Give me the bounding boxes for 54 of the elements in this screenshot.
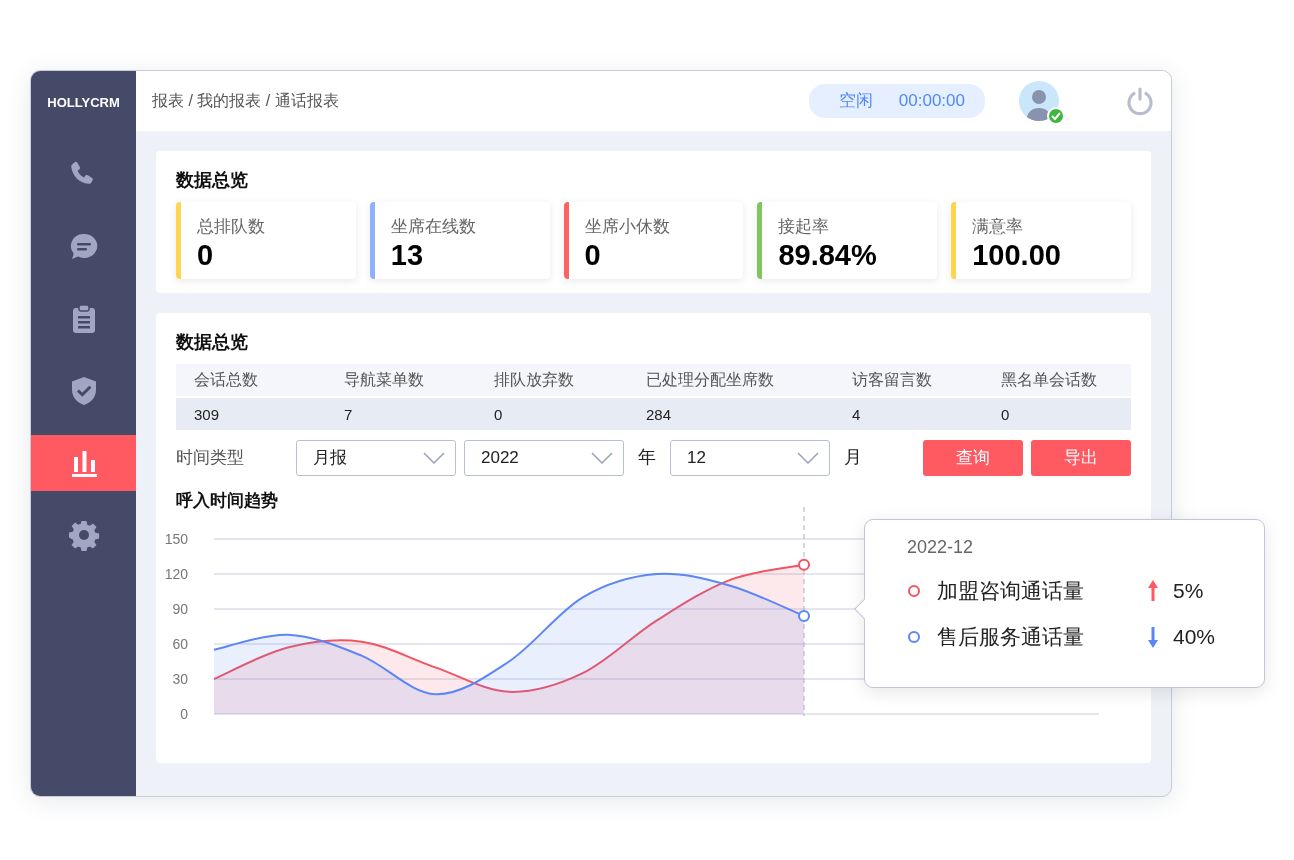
column-header: 黑名单会话数 <box>983 364 1131 397</box>
series-label: 售后服务通话量 <box>937 623 1085 650</box>
hover-point <box>798 559 810 572</box>
axis-tick-label: 120 <box>164 566 188 583</box>
chevron-down-icon <box>797 451 819 464</box>
gear-icon <box>67 519 100 551</box>
dropdown[interactable]: 12 <box>670 439 830 476</box>
column-header: 排队放弃数 <box>476 364 628 397</box>
table-cell: 284 <box>628 398 834 430</box>
series-label: 加盟咨询通话量 <box>937 578 1085 605</box>
column-header: 导航菜单数 <box>326 364 476 397</box>
change-value: 5% <box>1173 578 1204 605</box>
dropdown[interactable]: 月报 <box>296 439 456 476</box>
table-cell: 0 <box>476 398 628 430</box>
table-cell: 4 <box>834 398 983 430</box>
unit-label: 月 <box>844 446 862 470</box>
axis-tick-label: 30 <box>172 671 188 688</box>
dropdown[interactable]: 2022 <box>464 439 624 476</box>
chart-title: 呼入时间趋势 <box>176 489 279 512</box>
axis-tick-label: 0 <box>180 706 188 723</box>
table-cell: 0 <box>983 398 1131 430</box>
stat-label: 总排队数 <box>197 216 266 238</box>
table-cell: 7 <box>326 398 476 430</box>
stat-label: 接起率 <box>778 216 831 238</box>
axis-tick-label: 90 <box>172 601 188 618</box>
unit-label: 年 <box>638 446 656 470</box>
brand-logo: HOLLYCRM <box>46 94 121 112</box>
column-header: 访客留言数 <box>834 364 983 397</box>
stat-label: 满意率 <box>972 216 1025 238</box>
table-cell: 309 <box>176 398 326 430</box>
breadcrumb: 报表 / 我的报表 / 通话报表 <box>152 91 339 111</box>
axis-tick-label: 150 <box>164 531 188 548</box>
column-header: 会话总数 <box>176 364 326 397</box>
chevron-down-icon <box>591 451 613 464</box>
tooltip-title: 2022-12 <box>907 536 975 560</box>
filter-label: 时间类型 <box>176 447 245 470</box>
section-title: 数据总览 <box>176 331 249 355</box>
stat-label: 坐席小休数 <box>584 216 671 238</box>
section-title: 数据总览 <box>176 169 249 192</box>
chevron-down-icon <box>423 451 445 464</box>
column-header: 已处理分配坐席数 <box>628 364 834 397</box>
agent-status: 空闲 <box>838 90 873 113</box>
power-icon <box>1125 86 1155 116</box>
sidebar-item[interactable] <box>31 435 136 491</box>
stat-value: 13 <box>390 239 425 272</box>
axis-tick-label: 60 <box>172 636 188 653</box>
hover-point <box>798 610 810 623</box>
stat-value: 100.00 <box>972 239 1062 272</box>
stat-label: 坐席在线数 <box>390 216 477 238</box>
stat-value: 0 <box>197 239 215 272</box>
stat-value: 0 <box>584 239 602 272</box>
stat-value: 89.84% <box>778 239 878 272</box>
change-value: 40% <box>1173 623 1216 650</box>
call-timer: 00:00:00 <box>898 90 965 113</box>
